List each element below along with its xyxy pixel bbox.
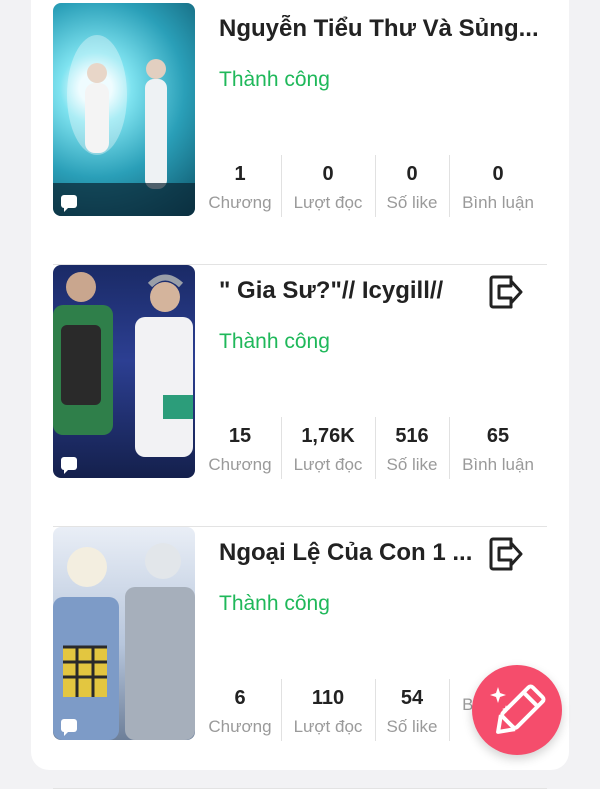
story-status: Thành công [219,330,330,353]
story-title[interactable]: Ngoại Lệ Của Con 1 ... [219,539,481,567]
stat-comments-value: 0 [492,163,504,185]
stat-chapters-value: 1 [234,163,246,185]
stat-reads-label: Lượt đọc [293,717,363,736]
pencil-sparkle-icon [490,684,546,734]
stat-reads: 1,76K Lượt đọc [281,417,375,479]
stat-reads: 110 Lượt đọc [281,679,375,741]
stat-likes-label: Số like [386,455,438,474]
write-story-button[interactable] [472,665,562,755]
story-title[interactable]: Nguyễn Tiểu Thư Và Sủng... [219,15,545,43]
stat-likes: 54 Số like [375,679,449,741]
cover-artwork [53,543,195,740]
stat-chapters: 1 Chương [199,155,281,217]
stat-reads-value: 110 [311,687,345,709]
stat-comments-label: Bình luận [462,193,534,212]
comment-badge-icon [61,719,77,736]
stat-likes-value: 0 [406,163,418,185]
story-cover-image[interactable] [53,265,195,478]
story-stats: 15 Chương 1,76K Lượt đọc 516 Số like 65 … [199,417,547,479]
cover-artwork [53,35,195,216]
cover-artwork [53,272,193,457]
story-cover-image[interactable] [53,527,195,740]
story-item[interactable]: Nguyễn Tiểu Thư Và Sủng... Thành công 1 … [53,3,547,265]
stat-likes: 0 Số like [375,155,449,217]
stat-chapters-label: Chương [208,717,272,736]
stat-chapters-value: 6 [234,687,246,709]
stat-comments-label: Bình luận [462,455,534,474]
stat-reads-label: Lượt đọc [293,455,363,474]
stat-likes-value: 516 [395,425,429,447]
stat-chapters: 6 Chương [199,679,281,741]
stat-likes-label: Số like [386,193,438,212]
stat-reads-label: Lượt đọc [293,193,363,212]
stat-comments: 0 Bình luận [449,155,547,217]
story-title[interactable]: " Gia Sư?"// Icygill// [219,277,481,305]
comment-badge-icon [61,457,77,474]
story-status: Thành công [219,592,330,615]
story-cover-image[interactable] [53,3,195,216]
stat-likes-value: 54 [400,687,424,709]
comment-badge-icon [61,195,77,212]
stat-chapters: 15 Chương [199,417,281,479]
stat-likes: 516 Số like [375,417,449,479]
stat-reads-value: 0 [322,163,334,185]
stat-reads: 0 Lượt đọc [281,155,375,217]
exit-icon[interactable] [487,535,527,573]
stat-comments: 65 Bình luận [449,417,547,479]
stat-likes-label: Số like [386,717,438,736]
stat-reads-value: 1,76K [301,425,355,447]
stat-chapters-label: Chương [208,193,272,212]
story-status: Thành công [219,68,330,91]
story-item[interactable]: " Gia Sư?"// Icygill// Thành công 15 Chư… [53,265,547,527]
stat-chapters-value: 15 [228,425,252,447]
stat-chapters-label: Chương [208,455,272,474]
story-stats: 1 Chương 0 Lượt đọc 0 Số like 0 Bình luậ… [199,155,547,217]
exit-icon[interactable] [487,273,527,311]
stat-comments-value: 65 [486,425,510,447]
